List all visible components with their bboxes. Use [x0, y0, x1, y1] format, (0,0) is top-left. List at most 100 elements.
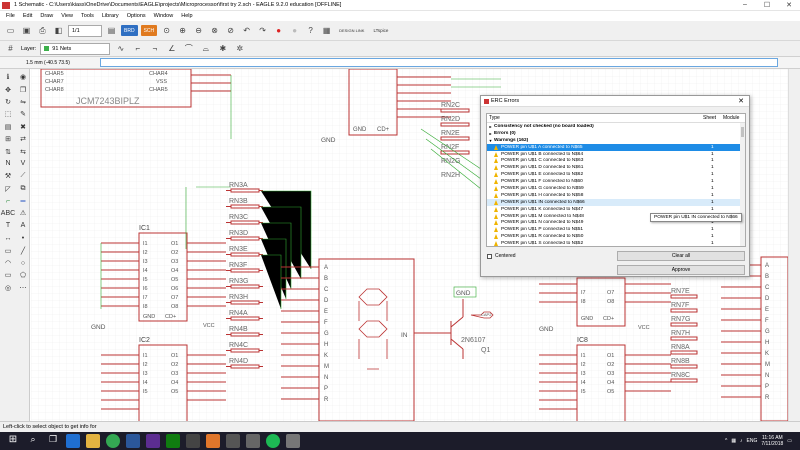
cam-icon[interactable]: ◧	[52, 24, 65, 37]
group-errors[interactable]: ▸ Errors (0)	[487, 130, 745, 137]
undo-icon[interactable]: ↶	[240, 24, 253, 37]
col-type[interactable]: Type	[487, 115, 703, 121]
print-icon[interactable]: ⎙	[36, 24, 49, 37]
value-icon[interactable]: V	[16, 158, 30, 170]
network-icon[interactable]: ▦	[731, 438, 736, 444]
erc-warning-row[interactable]: POWER pin U$1 A connected to N$65 1	[487, 143, 745, 151]
menu-draw[interactable]: Draw	[36, 13, 57, 19]
more-icon[interactable]: ⋯	[16, 282, 30, 294]
frame-icon[interactable]: ▭	[1, 244, 15, 256]
erc-warning-row[interactable]: POWER pin U$1 P connected to N$51 1	[487, 226, 745, 233]
add-icon[interactable]: ⊞	[1, 133, 15, 145]
brd-badge[interactable]: BRD	[121, 25, 138, 36]
sheet-select[interactable]: 1/1	[68, 24, 102, 37]
zoom-in-icon[interactable]: ⊕	[176, 24, 189, 37]
junction-icon[interactable]: •	[16, 232, 30, 244]
word-icon[interactable]	[126, 434, 140, 448]
chrome-icon[interactable]	[106, 434, 120, 448]
search-icon[interactable]: ⌕	[26, 434, 40, 448]
maximize-button[interactable]: ☐	[756, 1, 778, 9]
arc-icon[interactable]: ◠	[1, 257, 15, 269]
bus-icon[interactable]: ═	[16, 195, 30, 207]
group-icon[interactable]: ⬚	[1, 108, 15, 120]
erc-warning-row[interactable]: POWER pin U$1 G connected to N$59 1	[487, 185, 745, 192]
gateswap-icon[interactable]: ⇆	[16, 145, 30, 157]
mirror-icon[interactable]: ⇋	[16, 96, 30, 108]
erc-warning-row[interactable]: POWER pin U$1 D connected to N$61 1	[487, 164, 745, 171]
copy-icon[interactable]: ❐	[16, 83, 30, 95]
stop-icon[interactable]: ●	[272, 24, 285, 37]
erc-warning-row[interactable]: POWER pin U$1 H connected to N$58 1	[487, 192, 745, 199]
zoom-out-icon[interactable]: ⊖	[192, 24, 205, 37]
menu-window[interactable]: Window	[150, 13, 178, 19]
ltspice-button[interactable]: LTspice	[370, 25, 392, 36]
menu-options[interactable]: Options	[123, 13, 150, 19]
save-icon[interactable]: ▣	[20, 24, 33, 37]
erc-warning-row[interactable]: POWER pin U$1 F connected to N$60 1	[487, 178, 745, 185]
scroll-thumb[interactable]	[741, 127, 744, 137]
erc-warning-row[interactable]: POWER pin U$1 S connected to N$52 1	[487, 240, 745, 246]
app-icon-2[interactable]	[246, 434, 260, 448]
erc-warning-row[interactable]: POWER pin U$1 R connected to N$50 1	[487, 233, 745, 240]
attribute-icon[interactable]: A	[16, 220, 30, 232]
app-icon-1[interactable]	[226, 434, 240, 448]
minimize-button[interactable]: –	[734, 1, 756, 9]
approve-button[interactable]: Approve	[617, 265, 745, 275]
bend-2-icon[interactable]: ¬	[148, 42, 161, 55]
show-icon[interactable]: ◉	[16, 71, 30, 83]
clear-all-button[interactable]: Clear all	[617, 251, 745, 261]
expand-icon[interactable]: ▸	[487, 131, 494, 136]
volume-icon[interactable]: ♪	[740, 438, 743, 444]
net-icon[interactable]: ⌐	[1, 195, 15, 207]
grid-icon[interactable]: #	[4, 42, 17, 55]
wire-bend-icon[interactable]: ∿	[114, 42, 127, 55]
rect-icon[interactable]: ▭	[1, 269, 15, 281]
command-input[interactable]	[100, 58, 778, 67]
file-explorer-icon[interactable]	[86, 434, 100, 448]
menu-library[interactable]: Library	[98, 13, 123, 19]
redo-icon[interactable]: ↷	[256, 24, 269, 37]
edge-icon[interactable]	[66, 434, 80, 448]
erc-warning-row[interactable]: POWER pin U$1 E connected to N$62 1	[487, 171, 745, 178]
centered-checkbox[interactable]: Centered	[487, 253, 516, 259]
design-link-button[interactable]: DESIGN LINK	[336, 25, 368, 36]
erc-warning-row[interactable]: POWER pin U$1 IN connected to N$66 1	[487, 198, 745, 206]
windows-start-icon[interactable]: ⊞	[6, 434, 20, 448]
hole-icon[interactable]: ◎	[1, 282, 15, 294]
paste-icon[interactable]: ▤	[1, 121, 15, 133]
invoke-icon[interactable]: ⧉	[16, 183, 30, 195]
group-consistency[interactable]: ▸ Consistency not checked (no board load…	[487, 123, 745, 130]
erc-error-list[interactable]: Type Sheet Module ▸ Consistency not chec…	[486, 113, 746, 247]
store-icon[interactable]	[186, 434, 200, 448]
style-icon[interactable]: ✱	[216, 42, 229, 55]
expand-icon[interactable]: ▸	[487, 124, 494, 129]
language-indicator[interactable]: ENG	[747, 438, 758, 444]
task-view-icon[interactable]: ❐	[46, 434, 60, 448]
change-icon[interactable]: ✎	[16, 108, 30, 120]
tray-chevron-icon[interactable]: ^	[725, 438, 727, 444]
go-icon[interactable]: ●	[288, 24, 301, 37]
menu-view[interactable]: View	[57, 13, 77, 19]
onenote-icon[interactable]	[146, 434, 160, 448]
erc-warning-row[interactable]: POWER pin U$1 C connected to N$63 1	[487, 157, 745, 164]
dimension-icon[interactable]: ↔	[1, 232, 15, 244]
menu-file[interactable]: File	[2, 13, 19, 19]
bend-4-icon[interactable]: ⌒	[182, 42, 195, 55]
erc-warning-row[interactable]: POWER pin U$1 B connected to N$64 1	[487, 151, 745, 158]
clock[interactable]: 11:16 AM 7/11/2018	[761, 435, 783, 447]
polygon-icon[interactable]: ⬠	[16, 269, 30, 281]
col-module[interactable]: Module	[723, 115, 745, 121]
zoom-fit-icon[interactable]: ⊙	[160, 24, 173, 37]
name-icon[interactable]: N	[1, 158, 15, 170]
style-2-icon[interactable]: ✲	[233, 42, 246, 55]
text-icon[interactable]: T	[1, 220, 15, 232]
col-sheet[interactable]: Sheet	[703, 115, 723, 121]
info-icon[interactable]: ℹ	[1, 71, 15, 83]
replace-icon[interactable]: ⇄	[16, 133, 30, 145]
move-icon[interactable]: ✥	[1, 83, 15, 95]
spotify-icon[interactable]	[266, 434, 280, 448]
smash-icon[interactable]: ⚒	[1, 170, 15, 182]
split-icon[interactable]: ⟋	[16, 170, 30, 182]
erc-warning-row[interactable]: POWER pin U$1 K connected to N$47 1	[487, 206, 745, 213]
bend-1-icon[interactable]: ⌐	[131, 42, 144, 55]
